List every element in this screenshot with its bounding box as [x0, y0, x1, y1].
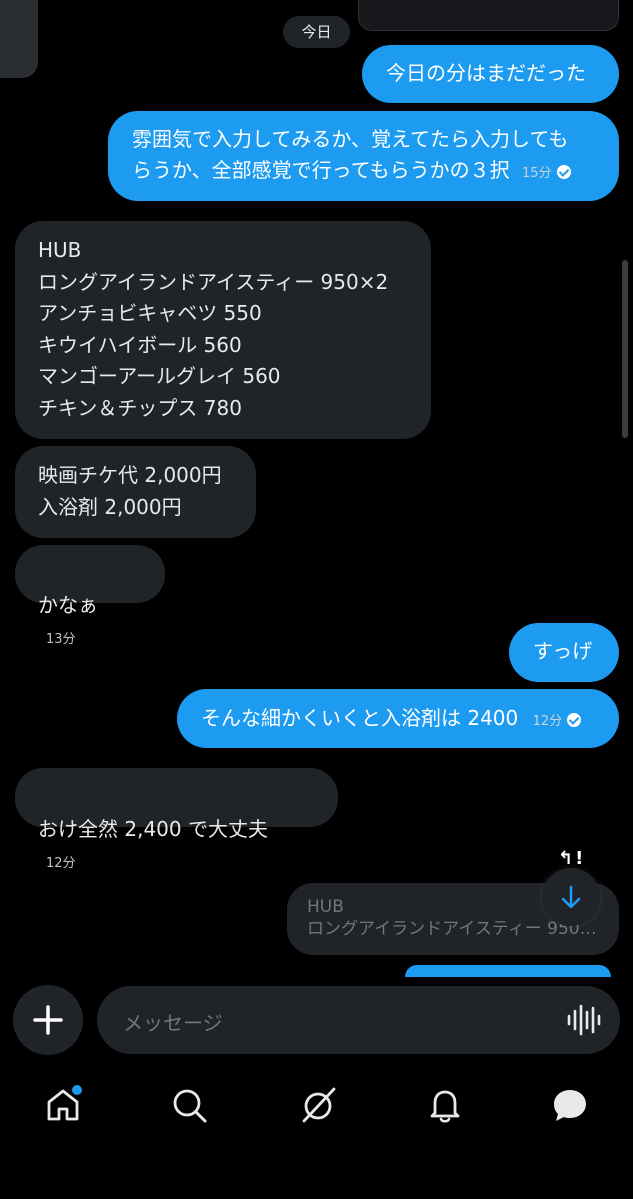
bell-icon[interactable]: [425, 1085, 465, 1125]
message-text: 今日の分はまだだった: [386, 61, 586, 85]
message-text: すっげ: [533, 639, 593, 663]
message-text: おけ全然 2,400 で大丈夫: [38, 816, 268, 841]
voice-wave-icon[interactable]: [565, 1003, 601, 1037]
message-incoming[interactable]: HUB ロングアイランドアイスティー 950×2 アンチョビキャベツ 550 キ…: [15, 221, 431, 439]
previous-media-bubble[interactable]: [0, 0, 38, 78]
message-input-placeholder: メッセージ: [123, 1011, 223, 1035]
message-timestamp: 13分: [46, 632, 76, 647]
message-outgoing[interactable]: すっげ: [509, 623, 619, 682]
read-check-icon: [567, 713, 582, 727]
plus-icon: [33, 1005, 63, 1035]
message-outgoing-partial[interactable]: [405, 965, 611, 977]
read-check-icon: [556, 165, 571, 179]
message-text: かなぁ: [38, 592, 98, 617]
message-text-line: らうか、全部感覚で行ってもらうかの３択 15分: [132, 155, 619, 189]
message-text-line: 雰囲気で入力してみるか、覚えてたら入力しても: [132, 127, 569, 151]
add-attachment-button[interactable]: [13, 985, 83, 1055]
grok-icon[interactable]: [298, 1085, 338, 1125]
message-outgoing[interactable]: 雰囲気で入力してみるか、覚えてたら入力しても らうか、全部感覚で行ってもらうかの…: [108, 111, 619, 201]
message-incoming[interactable]: かなぁ 13分: [15, 545, 165, 647]
messages-icon[interactable]: [550, 1085, 590, 1125]
search-icon[interactable]: [170, 1086, 210, 1126]
home-icon[interactable]: [43, 1085, 83, 1125]
bottom-nav: [0, 1070, 633, 1199]
date-chip: 今日: [283, 16, 350, 48]
scroll-to-bottom-button[interactable]: [542, 868, 600, 926]
arrow-down-icon: [561, 885, 581, 909]
message-timestamp: 15分: [521, 166, 552, 181]
message-outgoing[interactable]: そんな細かくいくと入浴剤は 2400 12分: [177, 689, 619, 748]
message-incoming[interactable]: 映画チケ代 2,000円 入浴剤 2,000円: [15, 446, 256, 538]
message-text: そんな細かくいくと入浴剤は 2400: [201, 706, 519, 730]
message-timestamp: 12分: [532, 714, 563, 729]
previous-media-card[interactable]: [358, 0, 619, 31]
message-input[interactable]: メッセージ: [97, 986, 620, 1054]
message-outgoing[interactable]: 今日の分はまだだった: [362, 45, 619, 103]
message-incoming[interactable]: おけ全然 2,400 で大丈夫 12分: [15, 768, 338, 871]
reply-indicator-icon: ↰!: [558, 848, 586, 869]
message-timestamp: 12分: [46, 856, 76, 871]
scrollbar-thumb[interactable]: [622, 260, 628, 438]
